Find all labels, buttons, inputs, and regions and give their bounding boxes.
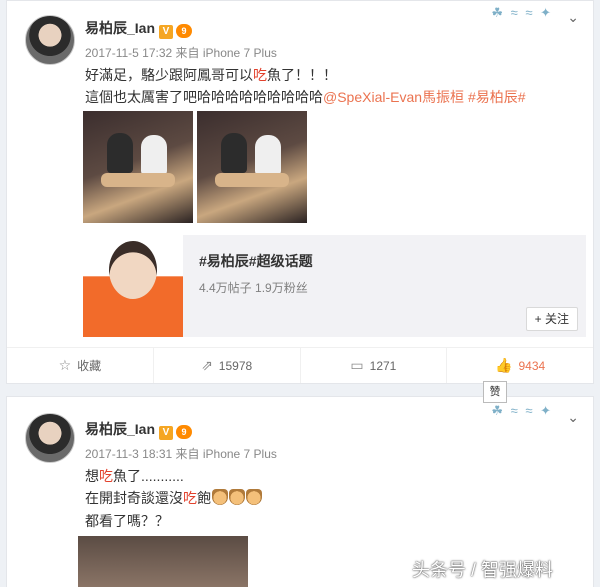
topic-stats: 4.4万帖子 1.9万粉丝 [199, 281, 308, 295]
like-tooltip: 赞 [483, 381, 507, 403]
decorative-card-skin: ☘ ≈ ≈ ✦ [491, 403, 553, 418]
favorite-button[interactable]: ☆ 收藏 [7, 348, 154, 383]
action-bar: ☆ 收藏 ⇗ 15978 ▭ 1271 👍 9434 [7, 347, 593, 383]
post-meta: 2017-11-5 17:32 来自 iPhone 7 Plus [85, 46, 277, 60]
avatar[interactable] [25, 15, 75, 65]
verified-badge-icon: V [159, 426, 174, 440]
doge-emoji-icon [229, 489, 245, 505]
thumb-up-icon: 👍 [495, 357, 513, 373]
post-photo[interactable] [78, 536, 248, 587]
watermark: 头条号 / 智强爆料 [412, 560, 554, 580]
doge-emoji-icon [246, 489, 262, 505]
username-text[interactable]: 易柏辰_Ian [85, 421, 155, 437]
chevron-down-icon[interactable]: ⌄ [567, 409, 579, 426]
forward-button[interactable]: ⇗ 15978 [154, 348, 301, 383]
topic-title[interactable]: #易柏辰#超级话题 [199, 251, 313, 271]
verified-badge-icon: V [159, 25, 174, 39]
post-text-line1: 好滿足，駱少跟阿鳳哥可以吃魚了！！！ [85, 67, 337, 83]
comment-button[interactable]: ▭ 1271 [301, 348, 448, 383]
decorative-card-skin: ☘ ≈ ≈ ✦ [491, 5, 553, 20]
username-text[interactable]: 易柏辰_Ian [85, 20, 155, 36]
comment-icon: ▭ [350, 357, 364, 373]
username[interactable]: 易柏辰_Ian V 9 [85, 18, 193, 39]
post-meta: 2017-11-3 18:31 来自 iPhone 7 Plus [85, 447, 277, 461]
doge-emoji-icon [212, 489, 228, 505]
mention-link[interactable]: @SpeXial-Evan馬振桓 [323, 89, 464, 105]
level-badge-icon: 9 [176, 425, 193, 439]
level-badge-icon: 9 [176, 24, 193, 38]
super-topic-card[interactable]: #易柏辰#超级话题 4.4万帖子 1.9万粉丝 + 关注 [83, 235, 586, 337]
topic-thumbnail [83, 235, 183, 337]
username[interactable]: 易柏辰_Ian V 9 [85, 419, 193, 440]
follow-button[interactable]: + 关注 [525, 307, 578, 331]
post-photo-2[interactable] [197, 111, 307, 223]
post-photo-1[interactable] [83, 111, 193, 223]
avatar[interactable] [25, 413, 75, 463]
hashtag-link[interactable]: #易柏辰# [468, 89, 526, 105]
like-button[interactable]: 👍 9434 [447, 348, 593, 383]
star-icon: ☆ [58, 357, 72, 373]
chevron-down-icon[interactable]: ⌄ [567, 9, 579, 26]
post-text-line2: 這個也太厲害了吧哈哈哈哈哈哈哈哈哈@SpeXial-Evan馬振桓 #易柏辰# [85, 89, 526, 105]
forward-icon: ⇗ [201, 357, 213, 373]
post-text-line3: 都看了嗎？？ [85, 513, 169, 529]
post-text-line2: 在開封奇談還沒吃飽 [85, 487, 262, 509]
weibo-post: 易柏辰_Ian V 9 ☘ ≈ ≈ ✦ ⌄ 2017-11-5 17:32 来自 i… [6, 0, 594, 384]
post-text-line1: 想吃魚了........... [85, 468, 184, 484]
